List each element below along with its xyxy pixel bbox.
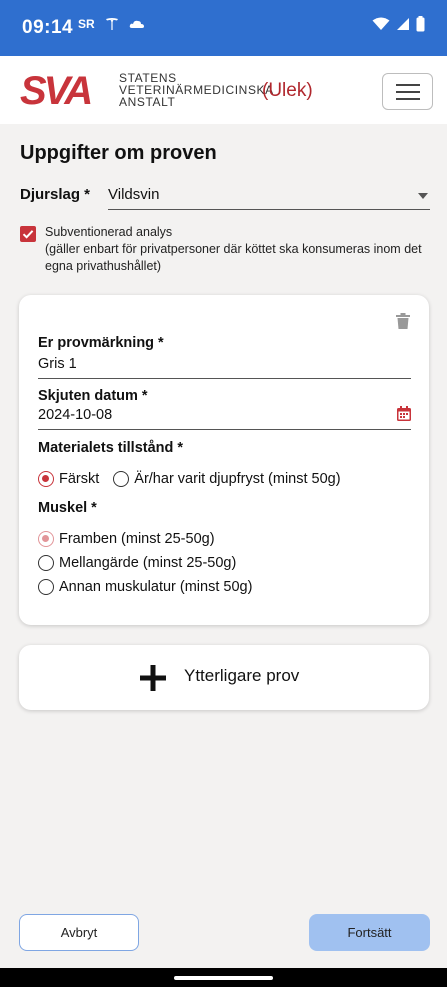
hamburger-icon-bar	[396, 91, 420, 93]
date-input[interactable]: 2024-10-08	[38, 403, 411, 430]
subvention-checkbox[interactable]	[20, 226, 36, 242]
add-sample-label: Ytterligare prov	[184, 666, 300, 685]
menu-button[interactable]	[382, 73, 433, 110]
material-option-fresh-label: Färskt	[59, 471, 100, 487]
muscle-radio-framben[interactable]	[38, 531, 54, 547]
marking-value: Gris 1	[38, 356, 77, 372]
hamburger-icon-bar	[396, 98, 420, 100]
add-sample-button[interactable]: Ytterligare prov	[19, 645, 429, 710]
muscle-option-mellangarde-label: Mellangärde (minst 25-50g)	[59, 555, 237, 571]
muscle-label: Muskel *	[38, 500, 97, 516]
muscle-option-annan[interactable]: Annan muskulatur (minst 50g)	[38, 579, 252, 595]
muscle-option-framben[interactable]: Framben (minst 25-50g)	[38, 531, 215, 547]
djurslag-value: Vildsvin	[108, 186, 160, 203]
material-label: Materialets tillstånd *	[38, 440, 184, 456]
app-tag: (Ulek)	[262, 80, 313, 101]
org-line-3: ANSTALT	[119, 95, 176, 109]
org-name: STATENS VETERINÄRMEDICINSKA ANSTALT	[119, 72, 274, 108]
material-option-frozen-label: Är/har varit djupfryst (minst 50g)	[134, 471, 341, 487]
material-radio-fresh[interactable]	[38, 471, 54, 487]
djurslag-label: Djurslag *	[20, 186, 91, 203]
home-handle[interactable]	[174, 976, 273, 980]
subvention-note: (gäller enbart för privatpersoner där kö…	[45, 242, 422, 273]
page-title: Uppgifter om proven	[20, 142, 217, 164]
muscle-option-mellangarde[interactable]: Mellangärde (minst 25-50g)	[38, 555, 236, 571]
checkmark-icon	[22, 230, 34, 239]
hamburger-icon	[396, 84, 420, 86]
marking-label: Er provmärkning *	[38, 335, 164, 351]
sample-card: Er provmärkning * Gris 1 Skjuten datum *…	[19, 295, 429, 625]
app-header: SVA STATENS VETERINÄRMEDICINSKA ANSTALT …	[0, 56, 447, 124]
cloud-icon	[129, 20, 144, 28]
subvention-label: Subventionerad analys	[45, 225, 173, 239]
marking-input[interactable]: Gris 1	[38, 352, 411, 379]
navigation-bar	[0, 968, 447, 987]
djurslag-select[interactable]: Vildsvin	[108, 182, 430, 210]
muscle-radio-annan[interactable]	[38, 579, 54, 595]
cancel-button[interactable]: Avbryt	[19, 914, 139, 951]
signal-icon	[397, 18, 409, 30]
material-radio-frozen[interactable]	[113, 471, 130, 487]
status-time: 09:14	[22, 17, 74, 38]
sva-logo-text: SVA	[20, 70, 90, 110]
material-radio-group: Färskt Är/har varit djupfryst (minst 50g…	[38, 471, 341, 487]
status-bar: 09:14 SR	[0, 0, 447, 56]
status-notification-icons: SR	[78, 17, 145, 31]
tesla-icon	[105, 18, 118, 30]
subvention-text: Subventionerad analys (gäller enbart för…	[45, 224, 430, 275]
caret-down-icon	[418, 193, 428, 199]
muscle-option-framben-label: Framben (minst 25-50g)	[59, 531, 215, 547]
wifi-icon	[372, 17, 390, 30]
sva-logo: SVA	[20, 70, 93, 110]
date-label: Skjuten datum *	[38, 388, 148, 404]
trash-icon[interactable]	[396, 313, 410, 329]
status-system-icons	[372, 16, 425, 32]
battery-icon	[416, 16, 425, 32]
plus-icon	[140, 665, 166, 691]
muscle-option-annan-label: Annan muskulatur (minst 50g)	[59, 579, 253, 595]
continue-button[interactable]: Fortsätt	[309, 914, 430, 951]
muscle-radio-mellangarde[interactable]	[38, 555, 54, 571]
notification-sr-icon: SR	[78, 17, 95, 31]
date-value: 2024-10-08	[38, 407, 113, 423]
calendar-icon[interactable]	[397, 406, 411, 421]
